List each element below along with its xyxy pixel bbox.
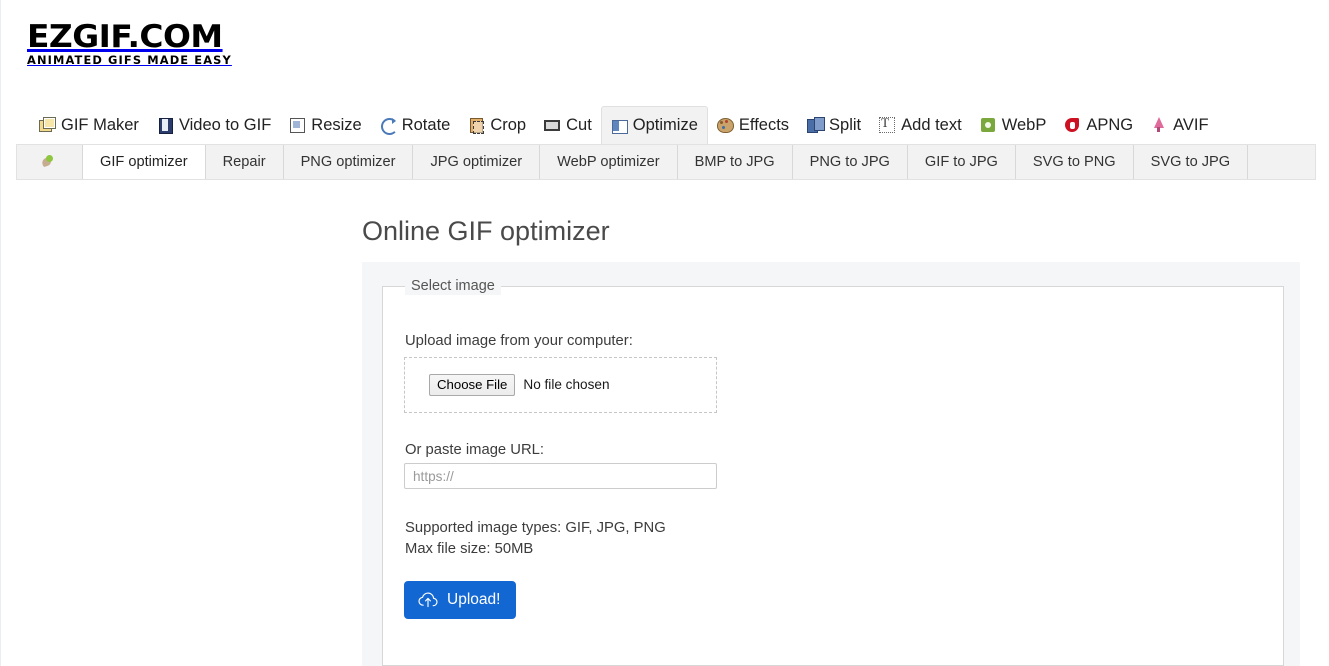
nav-item-crop[interactable]: Crop xyxy=(459,106,535,144)
upload-button-label: Upload! xyxy=(447,591,500,609)
site-logo[interactable]: EZGIF.COM ANIMATED GIFS MADE EASY xyxy=(27,22,267,66)
apng-icon xyxy=(1064,117,1080,133)
nav-item-optimize[interactable]: Optimize xyxy=(601,106,708,144)
nav-item-label: Cut xyxy=(566,117,592,134)
subnav-item-png-to-jpg[interactable]: PNG to JPG xyxy=(793,145,908,179)
max-file-size-text: Max file size: 50MB xyxy=(405,539,533,559)
no-file-chosen-text: No file chosen xyxy=(523,377,609,393)
select-image-fieldset: Select image Upload image from your comp… xyxy=(382,286,1284,666)
image-url-input[interactable] xyxy=(404,463,717,489)
subnav-item-webp-optimizer[interactable]: WebP optimizer xyxy=(540,145,677,179)
subnav-item-png-optimizer[interactable]: PNG optimizer xyxy=(284,145,414,179)
nav-item-label: AVIF xyxy=(1173,117,1208,134)
subnav-item-bmp-to-jpg[interactable]: BMP to JPG xyxy=(678,145,793,179)
subnav-item-jpg-optimizer[interactable]: JPG optimizer xyxy=(413,145,540,179)
nav-item-label: APNG xyxy=(1086,117,1133,134)
add-text-icon xyxy=(879,117,895,133)
nav-item-label: Split xyxy=(829,117,861,134)
cloud-upload-icon xyxy=(418,592,438,608)
effects-icon xyxy=(717,117,733,133)
nav-item-effects[interactable]: Effects xyxy=(708,106,798,144)
resize-icon xyxy=(289,117,305,133)
rotate-icon xyxy=(380,117,396,133)
nav-item-label: WebP xyxy=(1002,117,1047,134)
upload-panel: Select image Upload image from your comp… xyxy=(362,262,1300,666)
page-root: EZGIF.COM ANIMATED GIFS MADE EASY GIF Ma… xyxy=(0,0,1329,666)
nav-item-split[interactable]: Split xyxy=(798,106,870,144)
nav-item-label: Rotate xyxy=(402,117,451,134)
nav-item-webp[interactable]: WebP xyxy=(971,106,1056,144)
nav-item-resize[interactable]: Resize xyxy=(280,106,370,144)
subnav-filler xyxy=(1248,145,1315,179)
upload-from-computer-label: Upload image from your computer: xyxy=(405,332,633,350)
nav-item-cut[interactable]: Cut xyxy=(535,106,601,144)
leaf-favicon-icon xyxy=(41,153,59,171)
file-input[interactable]: Choose File No file chosen xyxy=(429,374,610,396)
subnav-item-gif-to-jpg[interactable]: GIF to JPG xyxy=(908,145,1016,179)
avif-icon xyxy=(1151,117,1167,133)
main-navigation: GIF Maker Video to GIF Resize Rotate Crop Cut… xyxy=(0,106,1329,144)
upload-button[interactable]: Upload! xyxy=(404,581,516,619)
page-title: Online GIF optimizer xyxy=(362,214,610,248)
optimize-icon xyxy=(611,118,627,134)
left-edge-rule xyxy=(0,0,1,666)
sub-navigation: GIF optimizerRepairPNG optimizerJPG opti… xyxy=(16,144,1316,180)
subnav-item-gif-optimizer[interactable]: GIF optimizer xyxy=(82,145,206,179)
fieldset-legend: Select image xyxy=(405,277,501,295)
logo-tagline: ANIMATED GIFS MADE EASY xyxy=(27,55,272,67)
supported-types-text: Supported image types: GIF, JPG, PNG xyxy=(405,518,666,538)
crop-icon xyxy=(468,117,484,133)
logo-wordmark: EZGIF.COM xyxy=(27,22,281,53)
subnav-item-svg-to-png[interactable]: SVG to PNG xyxy=(1016,145,1134,179)
nav-item-avif[interactable]: AVIF xyxy=(1142,106,1217,144)
file-drop-zone[interactable]: Choose File No file chosen xyxy=(404,357,717,413)
nav-item-label: GIF Maker xyxy=(61,117,139,134)
nav-item-label: Optimize xyxy=(633,117,698,134)
cut-icon xyxy=(544,117,560,133)
nav-item-label: Effects xyxy=(739,117,789,134)
nav-item-rotate[interactable]: Rotate xyxy=(371,106,460,144)
nav-item-label: Crop xyxy=(490,117,526,134)
nav-item-label: Add text xyxy=(901,117,962,134)
gif-maker-icon xyxy=(39,117,55,133)
split-icon xyxy=(807,117,823,133)
webp-icon xyxy=(980,117,996,133)
nav-item-label: Resize xyxy=(311,117,361,134)
subnav-item-svg-to-jpg[interactable]: SVG to JPG xyxy=(1134,145,1248,179)
nav-item-add-text[interactable]: Add text xyxy=(870,106,971,144)
video-to-gif-icon xyxy=(157,117,173,133)
nav-item-video-to-gif[interactable]: Video to GIF xyxy=(148,106,280,144)
nav-item-label: Video to GIF xyxy=(179,117,271,134)
subnav-favicon xyxy=(17,145,83,179)
choose-file-button[interactable]: Choose File xyxy=(429,374,515,396)
paste-url-label: Or paste image URL: xyxy=(405,441,544,459)
nav-item-apng[interactable]: APNG xyxy=(1055,106,1142,144)
nav-item-gif-maker[interactable]: GIF Maker xyxy=(30,106,148,144)
subnav-item-repair[interactable]: Repair xyxy=(206,145,284,179)
